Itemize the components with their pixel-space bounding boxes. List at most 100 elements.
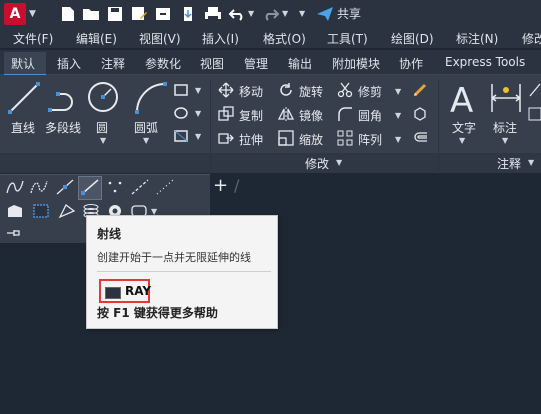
- dimension-dropdown-chevron-icon[interactable]: ▼: [502, 136, 508, 145]
- trim-icon[interactable]: [337, 82, 353, 98]
- arc-icon[interactable]: [133, 80, 169, 116]
- menu-draw[interactable]: 绘图(D): [391, 30, 434, 47]
- hatch-icon[interactable]: [173, 106, 189, 120]
- text-icon[interactable]: A: [448, 80, 480, 116]
- modify-panel-label[interactable]: 修改: [305, 155, 329, 172]
- menu-view[interactable]: 视图(V): [139, 30, 181, 47]
- tab-home[interactable]: 默认: [11, 55, 35, 72]
- menu-tools[interactable]: 工具(T): [327, 30, 368, 47]
- menu-file[interactable]: 文件(F): [13, 30, 53, 47]
- circle-icon[interactable]: [86, 80, 120, 114]
- menu-edit[interactable]: 编辑(E): [76, 30, 117, 47]
- mirror-label[interactable]: 镜像: [299, 107, 323, 124]
- redo-dropdown-chevron-icon[interactable]: ▼: [282, 9, 288, 18]
- dimension-label[interactable]: 标注: [493, 119, 517, 136]
- save-to-web-icon[interactable]: [180, 6, 198, 22]
- app-logo[interactable]: A: [4, 3, 26, 25]
- divide-icon[interactable]: [131, 179, 149, 195]
- move-icon[interactable]: [218, 82, 234, 98]
- open-from-web-icon[interactable]: [154, 6, 172, 22]
- polyline-icon[interactable]: [46, 82, 82, 116]
- fillet-label[interactable]: 圆角: [358, 107, 382, 124]
- tab-view[interactable]: 视图: [200, 55, 224, 72]
- tab-output[interactable]: 输出: [288, 55, 312, 72]
- menu-insert[interactable]: 插入(I): [202, 30, 239, 47]
- circle-dropdown-chevron-icon[interactable]: ▼: [100, 136, 106, 145]
- modify-panel-chevron-icon[interactable]: ▼: [336, 158, 342, 167]
- tab-collaborate[interactable]: 协作: [399, 55, 423, 72]
- annotation-panel-label[interactable]: 注释: [497, 155, 521, 172]
- array-icon[interactable]: [337, 130, 353, 146]
- wipeout-icon[interactable]: [32, 203, 50, 219]
- dimension-icon[interactable]: [489, 80, 523, 116]
- tab-parametric[interactable]: 参数化: [145, 55, 181, 72]
- explode-icon[interactable]: [412, 106, 428, 122]
- new-drawing-tab-plus-icon[interactable]: +: [213, 175, 228, 196]
- tab-express-tools[interactable]: Express Tools: [445, 55, 525, 69]
- boundary-dropdown-chevron-icon[interactable]: ▼: [195, 132, 201, 141]
- boundary-icon[interactable]: [173, 129, 189, 143]
- offset-icon[interactable]: [412, 130, 428, 146]
- trim-dropdown-chevron-icon[interactable]: ▼: [395, 87, 401, 96]
- copy-icon[interactable]: [218, 106, 234, 122]
- pin-icon[interactable]: [6, 227, 20, 239]
- region-icon[interactable]: [6, 203, 24, 219]
- redo-icon[interactable]: [262, 6, 280, 22]
- array-label[interactable]: 阵列: [358, 131, 382, 148]
- hatch-dropdown-chevron-icon[interactable]: ▼: [195, 109, 201, 118]
- tab-manage[interactable]: 管理: [244, 55, 268, 72]
- svg-text:A: A: [450, 81, 473, 116]
- share-icon[interactable]: [316, 6, 334, 22]
- print-icon[interactable]: [204, 6, 222, 22]
- text-dropdown-chevron-icon[interactable]: ▼: [459, 136, 465, 145]
- table-icon[interactable]: [528, 106, 541, 122]
- fillet-dropdown-chevron-icon[interactable]: ▼: [395, 111, 401, 120]
- annotation-panel-chevron-icon[interactable]: ▼: [528, 158, 534, 167]
- rotate-label[interactable]: 旋转: [299, 83, 323, 100]
- array-dropdown-chevron-icon[interactable]: ▼: [395, 135, 401, 144]
- spline-cv-icon[interactable]: [30, 179, 48, 195]
- menu-format[interactable]: 格式(O): [263, 30, 306, 47]
- copy-label[interactable]: 复制: [239, 107, 263, 124]
- open-folder-icon[interactable]: [82, 6, 100, 22]
- revision-cloud-icon[interactable]: [58, 203, 76, 219]
- save-icon[interactable]: [106, 6, 124, 22]
- tab-annotate[interactable]: 注释: [101, 55, 125, 72]
- arc-label[interactable]: 圆弧: [134, 119, 158, 136]
- spline-fit-icon[interactable]: [6, 179, 24, 195]
- leader-icon[interactable]: [528, 82, 541, 98]
- scale-label[interactable]: 缩放: [299, 131, 323, 148]
- undo-icon[interactable]: [228, 6, 246, 22]
- measure-icon[interactable]: [156, 179, 174, 195]
- ray-icon[interactable]: [81, 179, 99, 195]
- rectangle-icon[interactable]: [173, 83, 189, 97]
- polyline-label[interactable]: 多段线: [45, 119, 81, 136]
- stretch-icon[interactable]: [218, 130, 234, 146]
- move-label[interactable]: 移动: [239, 83, 263, 100]
- stretch-label[interactable]: 拉伸: [239, 131, 263, 148]
- line-icon[interactable]: [6, 80, 42, 116]
- save-as-icon[interactable]: [130, 6, 148, 22]
- tab-insert[interactable]: 插入: [57, 55, 81, 72]
- arc-dropdown-chevron-icon[interactable]: ▼: [143, 136, 149, 145]
- circle-label[interactable]: 圆: [96, 119, 108, 136]
- menu-modify[interactable]: 修改: [522, 30, 541, 47]
- multiple-points-icon[interactable]: [106, 179, 124, 195]
- tab-addins[interactable]: 附加模块: [332, 55, 380, 72]
- rectangle-dropdown-chevron-icon[interactable]: ▼: [195, 86, 201, 95]
- share-label[interactable]: 共享: [337, 5, 361, 22]
- construction-line-icon[interactable]: [56, 179, 74, 195]
- text-label[interactable]: 文字: [452, 119, 476, 136]
- erase-icon[interactable]: [412, 82, 428, 98]
- app-menu-chevron-icon[interactable]: ▼: [29, 9, 36, 19]
- customize-quick-access-icon[interactable]: ▼: [299, 9, 305, 18]
- rotate-icon[interactable]: [278, 82, 294, 98]
- new-file-icon[interactable]: [59, 6, 77, 22]
- mirror-icon[interactable]: [278, 106, 294, 122]
- undo-dropdown-chevron-icon[interactable]: ▼: [248, 9, 254, 18]
- menu-dimension[interactable]: 标注(N): [456, 30, 498, 47]
- trim-label[interactable]: 修剪: [358, 83, 382, 100]
- line-label[interactable]: 直线: [11, 119, 35, 136]
- scale-icon[interactable]: [278, 130, 294, 146]
- fillet-icon[interactable]: [337, 106, 353, 122]
